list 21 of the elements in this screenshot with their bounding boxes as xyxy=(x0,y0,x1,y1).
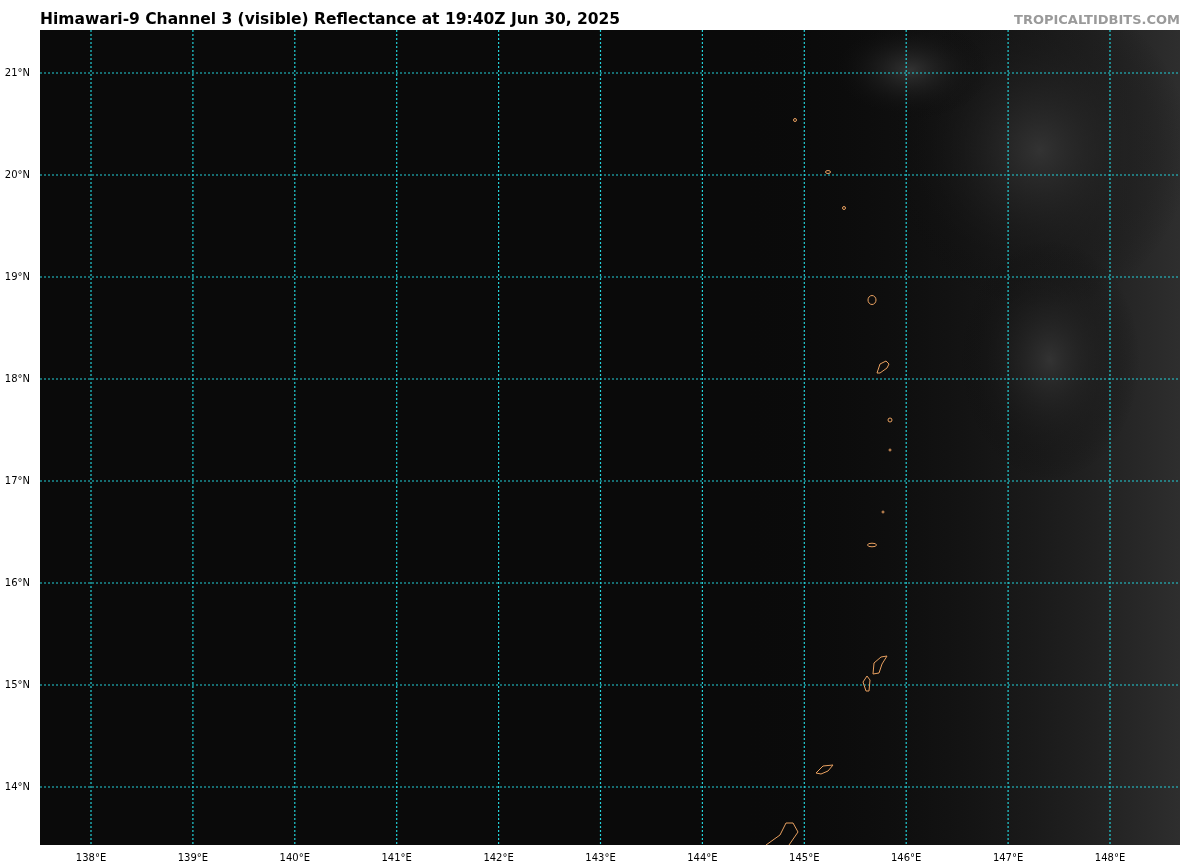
longitude-label: 141°E xyxy=(380,852,413,863)
latitude-label: 16°N xyxy=(4,576,30,590)
latitude-label: 20°N xyxy=(4,168,30,182)
latitude-label: 17°N xyxy=(4,474,30,488)
latitude-label: 19°N xyxy=(4,270,30,284)
longitude-label: 145°E xyxy=(788,852,821,863)
longitude-label: 140°E xyxy=(278,852,311,863)
longitude-label: 146°E xyxy=(890,852,923,863)
longitude-label: 147°E xyxy=(991,852,1025,863)
chart-title: Himawari-9 Channel 3 (visible) Reflectance at 19:40Z Jun 30, 2025 xyxy=(40,10,621,30)
latitude-label: 21°N xyxy=(4,66,30,80)
longitude-label: 148°E xyxy=(1093,852,1127,863)
longitude-label: 143°E xyxy=(584,852,617,863)
longitude-label: 142°E xyxy=(482,852,515,863)
latitude-label: 14°N xyxy=(4,780,30,794)
latitude-label: 18°N xyxy=(4,372,30,386)
longitude-label: 138°E xyxy=(74,852,108,863)
longitude-label: 139°E xyxy=(176,852,210,863)
longitude-label: 144°E xyxy=(686,852,719,863)
latitude-label: 15°N xyxy=(4,678,30,692)
site-credit: TROPICALTIDBITS.COM xyxy=(1014,12,1180,29)
